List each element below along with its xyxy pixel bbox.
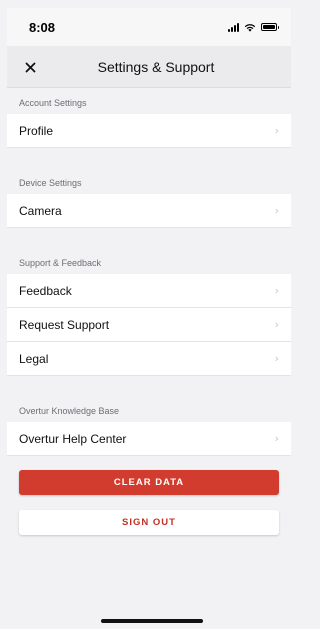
section-header-device-settings: Device Settings (19, 178, 82, 188)
close-icon (25, 62, 35, 72)
chevron-right-icon: › (274, 432, 279, 445)
row-label: Request Support (19, 317, 110, 332)
chevron-right-icon: › (274, 318, 279, 331)
chevron-right-icon: › (274, 124, 279, 137)
settings-row-help-center[interactable]: Overtur Help Center › (7, 422, 291, 456)
settings-screen: 8:08 Settings & Support Account Settings… (7, 8, 291, 629)
settings-row-camera[interactable]: Camera › (7, 194, 291, 228)
nav-bar: Settings & Support (7, 46, 291, 88)
section-header-support-feedback: Support & Feedback (19, 258, 102, 268)
clear-data-button[interactable]: CLEAR DATA (19, 470, 279, 495)
status-icons (228, 22, 279, 32)
chevron-right-icon: › (274, 352, 279, 365)
page-title: Settings & Support (97, 58, 215, 75)
wifi-icon (244, 23, 256, 32)
row-label: Legal (19, 351, 49, 366)
section-header-account-settings: Account Settings (19, 98, 87, 108)
settings-row-feedback[interactable]: Feedback › (7, 274, 291, 308)
row-label: Feedback (19, 283, 72, 298)
battery-icon (261, 23, 279, 31)
home-indicator[interactable] (101, 619, 203, 623)
action-buttons: CLEAR DATA SIGN OUT (7, 456, 291, 535)
row-label: Profile (19, 123, 54, 138)
signal-icon (228, 22, 239, 32)
row-label: Camera (19, 203, 62, 218)
section-header-knowledge-base: Overtur Knowledge Base (19, 406, 120, 416)
row-label: Overtur Help Center (19, 431, 127, 446)
settings-row-request-support[interactable]: Request Support › (7, 308, 291, 342)
status-bar: 8:08 (7, 8, 291, 46)
chevron-right-icon: › (274, 204, 279, 217)
close-button[interactable] (21, 58, 39, 76)
chevron-right-icon: › (274, 284, 279, 297)
settings-row-legal[interactable]: Legal › (7, 342, 291, 376)
sign-out-button[interactable]: SIGN OUT (19, 510, 279, 535)
status-time: 8:08 (29, 19, 56, 35)
settings-row-profile[interactable]: Profile › (7, 114, 291, 148)
